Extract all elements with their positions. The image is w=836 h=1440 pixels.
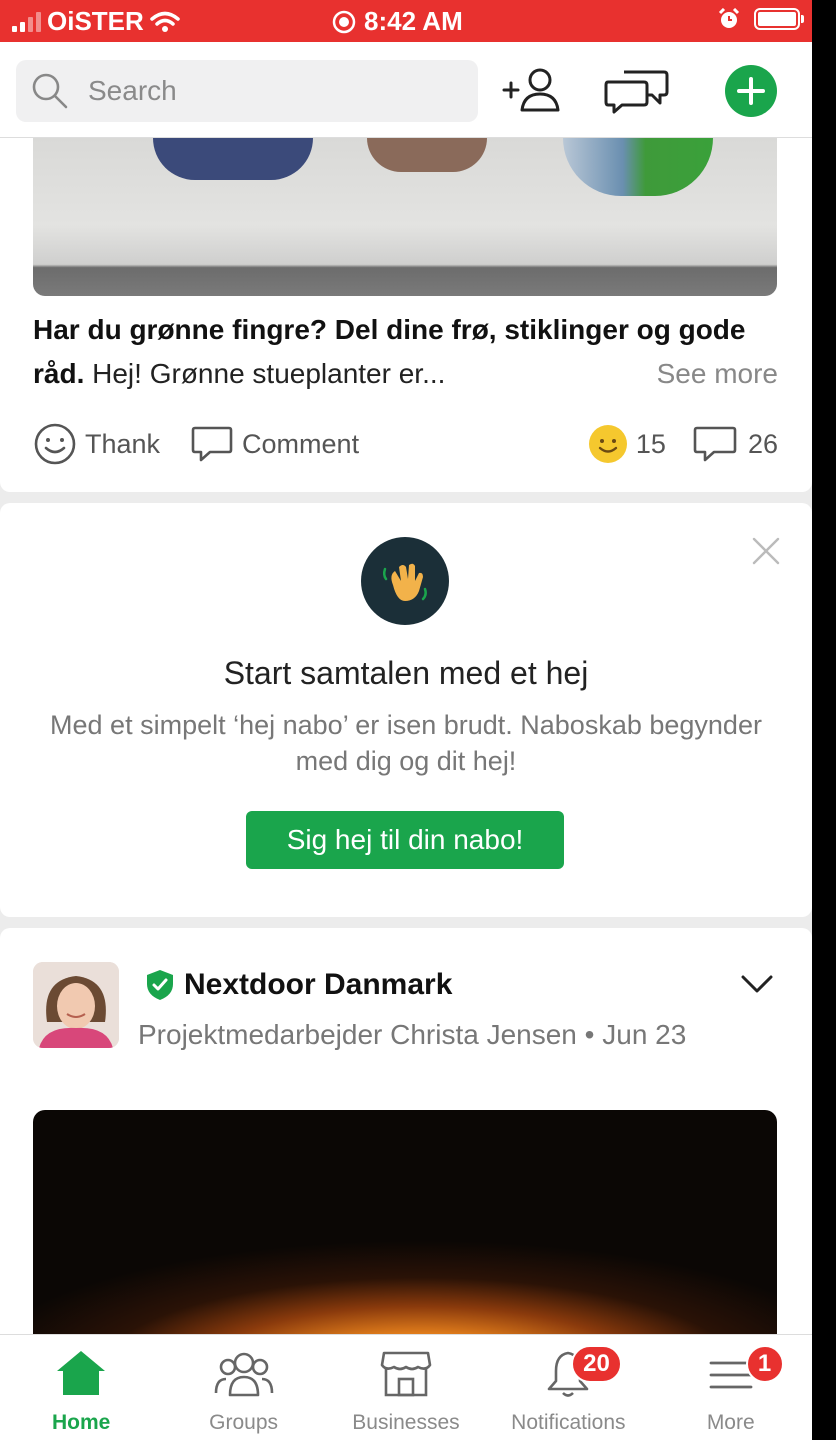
carrier-group: OiSTER (12, 6, 180, 37)
say-hello-card: Start samtalen med et hej Med et simpelt… (0, 503, 812, 917)
nav-notifications-label: Notifications (511, 1411, 626, 1434)
post-photo (33, 138, 777, 296)
hello-body: Med et simpelt ‘hej nabo’ er isen brudt.… (50, 710, 762, 776)
alarm-icon (718, 8, 740, 28)
post-actions: Thank Comment 15 26 (33, 422, 778, 466)
waving-hand-icon (361, 537, 449, 625)
comment-button[interactable]: Comment (190, 422, 359, 466)
groups-icon (214, 1352, 273, 1397)
author-row[interactable]: Nextdoor Danmark (146, 968, 452, 1002)
bottom-navigation: Home Groups Businesses 20 Notifications … (0, 1334, 812, 1440)
home-icon (57, 1351, 106, 1395)
nav-more[interactable]: 1 More (650, 1335, 812, 1440)
messages-icon[interactable] (604, 66, 670, 116)
comment-count-icon (693, 426, 737, 462)
status-right-group (718, 8, 804, 30)
close-icon[interactable] (752, 537, 780, 565)
post-body: Hej! Grønne stueplanter er... (92, 358, 446, 389)
nav-more-label: More (706, 1411, 755, 1434)
notifications-badge: 20 (571, 1345, 622, 1383)
nav-home[interactable]: Home (0, 1335, 162, 1440)
storefront-icon (380, 1351, 432, 1397)
say-hello-button[interactable]: Sig hej til din nabo! (246, 811, 564, 869)
reaction-count: 15 (635, 428, 666, 459)
nav-notifications[interactable]: 20 Notifications (487, 1335, 649, 1440)
post-photo-bonfire (33, 1110, 777, 1348)
search-bar[interactable] (16, 60, 478, 122)
add-neighbor-icon[interactable] (502, 66, 564, 114)
top-header (0, 42, 812, 138)
pot-green (563, 138, 713, 196)
comment-icon (191, 426, 233, 462)
post-counts[interactable]: 15 26 (588, 422, 778, 466)
nav-businesses[interactable]: Businesses (325, 1335, 487, 1440)
status-bar: OiSTER 8:42 AM (0, 0, 812, 42)
battery-icon (754, 8, 804, 30)
verified-shield-icon (147, 970, 173, 1000)
avatar[interactable] (33, 962, 119, 1048)
comment-count: 26 (747, 428, 778, 459)
app-screen: OiSTER 8:42 AM Har du grønne fingre? Del (0, 0, 812, 1440)
thank-label: Thank (85, 428, 161, 459)
carrier-name: OiSTER (47, 6, 144, 36)
hello-title: Start samtalen med et hej (223, 655, 589, 691)
nav-businesses-label: Businesses (352, 1411, 460, 1434)
screen-record-icon (332, 10, 356, 33)
comment-label: Comment (242, 428, 360, 459)
post-card-plants[interactable]: Har du grønne fingre? Del dine frø, stik… (0, 138, 812, 492)
see-more-link[interactable]: See more (657, 352, 778, 396)
post-subline: Projektmedarbejder Christa Jensen • Jun … (138, 1019, 687, 1050)
pot-brown (367, 138, 487, 172)
wifi-icon (150, 11, 180, 32)
smiley-reaction-icon (588, 425, 627, 463)
pot-blue (153, 138, 313, 180)
search-icon (32, 73, 68, 109)
post-text: Har du grønne fingre? Del dine frø, stik… (33, 308, 778, 396)
chevron-down-icon[interactable] (740, 974, 774, 996)
more-badge: 1 (745, 1345, 784, 1383)
nav-groups[interactable]: Groups (162, 1335, 324, 1440)
signal-icon (12, 11, 41, 32)
search-input[interactable] (88, 75, 428, 107)
nav-home-label: Home (52, 1411, 111, 1434)
nav-groups-label: Groups (209, 1411, 279, 1434)
status-time: 8:42 AM (364, 6, 463, 36)
compose-plus-icon[interactable] (724, 64, 778, 118)
post-card-nextdoor[interactable]: Nextdoor Danmark Projektmedarbejder Chri… (0, 928, 812, 1348)
smiley-outline-icon (34, 423, 76, 465)
thank-button[interactable]: Thank (33, 422, 160, 466)
author-name: Nextdoor Danmark (184, 968, 453, 1001)
status-time-group: 8:42 AM (332, 6, 463, 37)
